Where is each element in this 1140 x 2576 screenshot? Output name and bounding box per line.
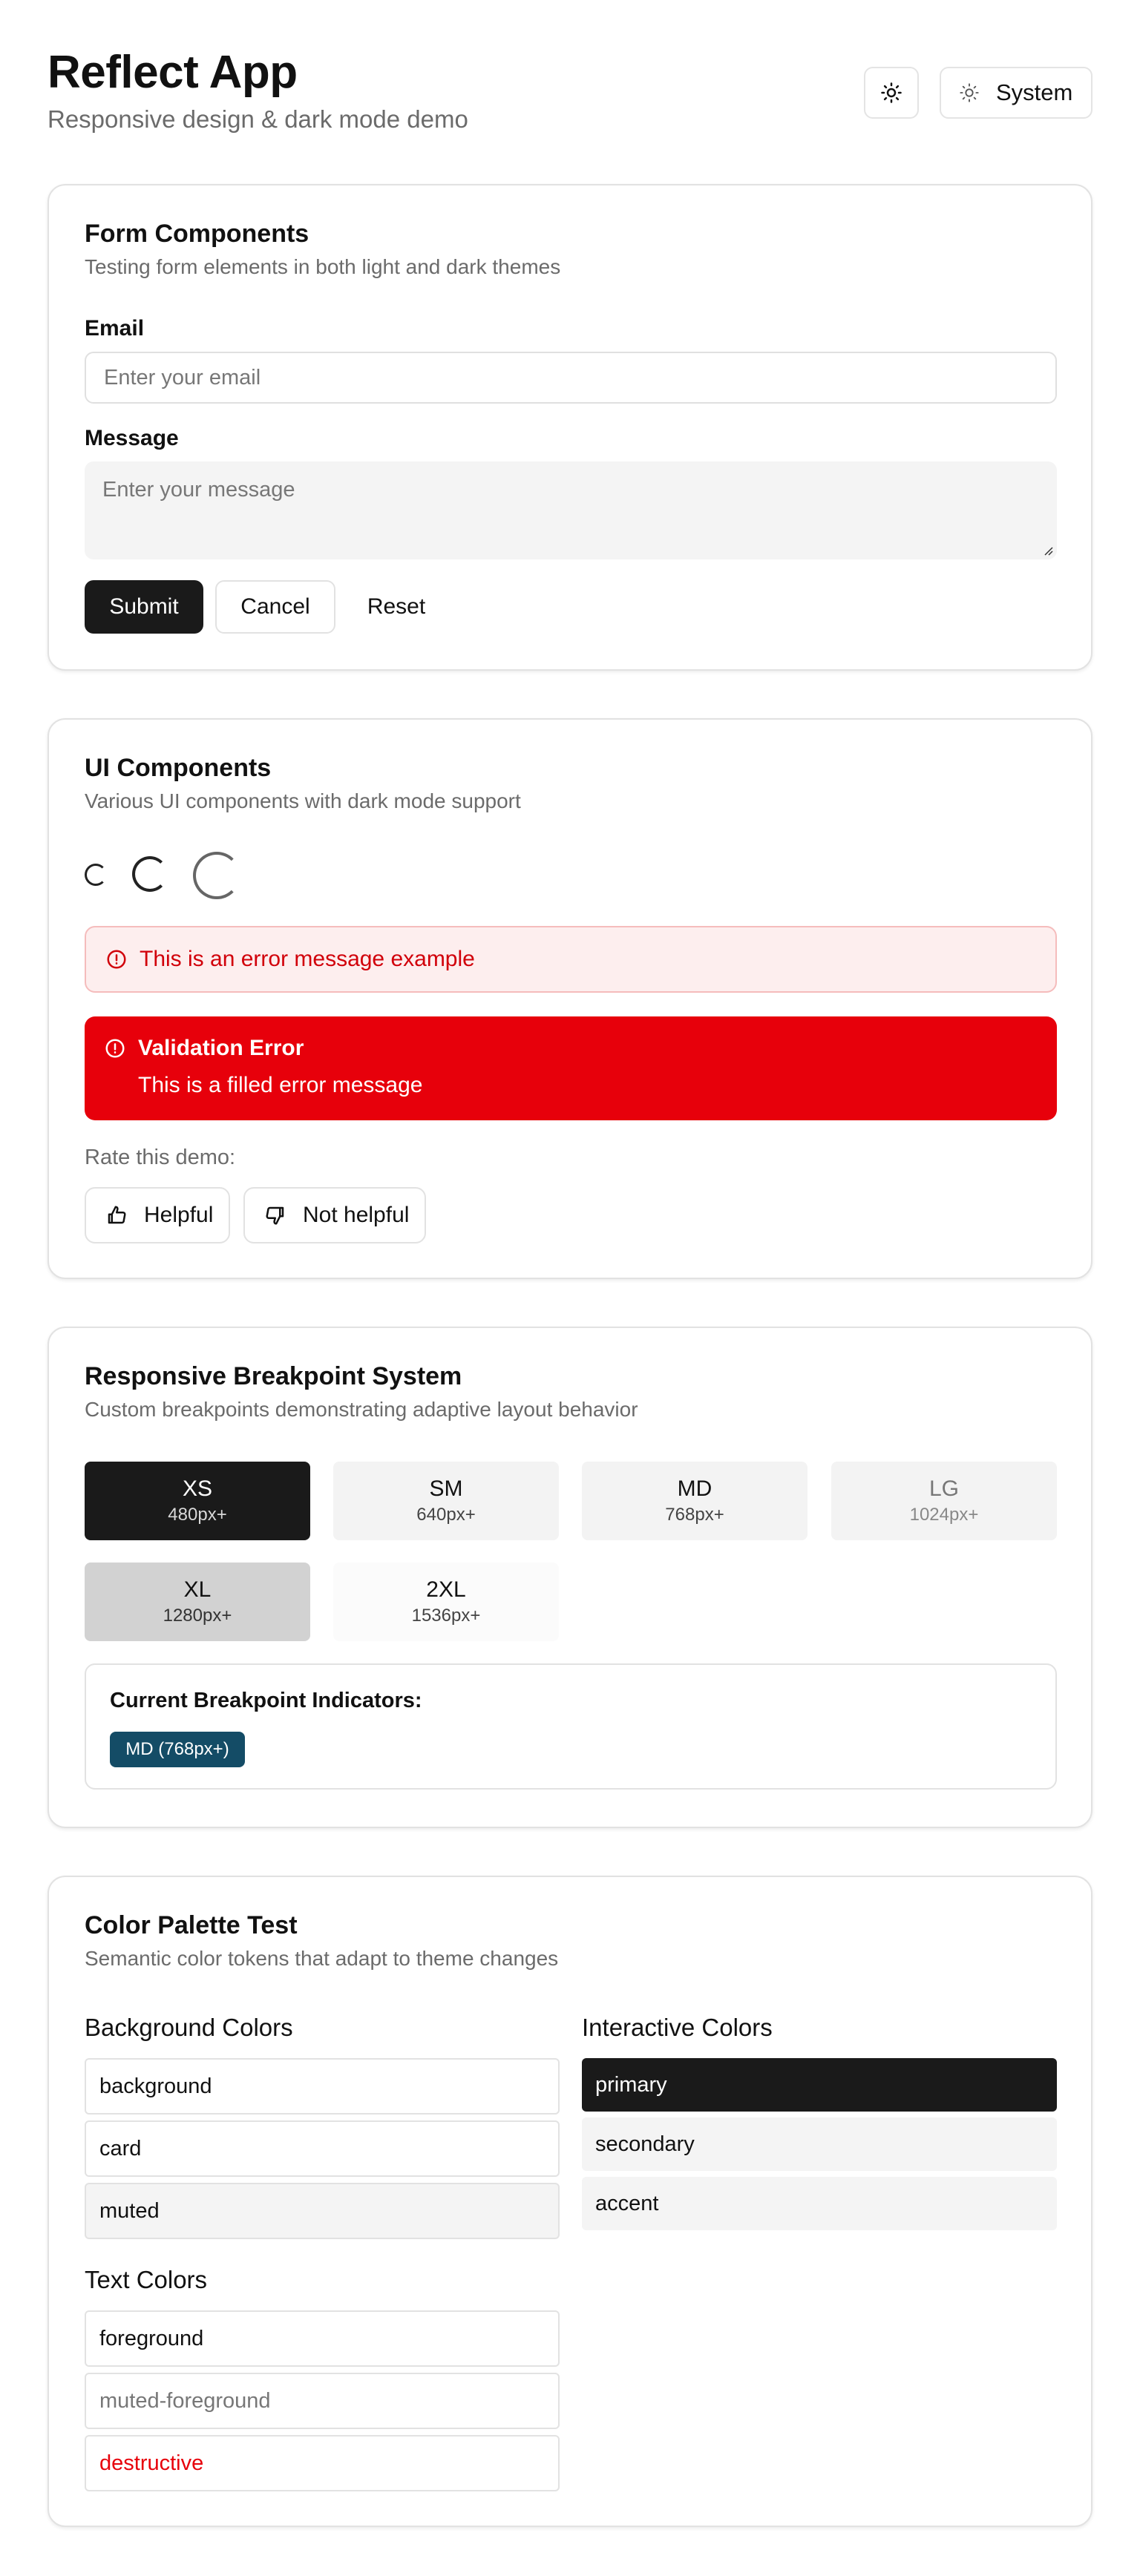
card-title: Responsive Breakpoint System <box>85 1362 462 1390</box>
breakpoint-size: 640px+ <box>416 1505 476 1525</box>
resize-handle-icon[interactable] <box>1042 545 1054 556</box>
breakpoint-2xl: 2XL 1536px+ <box>333 1563 559 1641</box>
alert-circle-icon <box>105 1039 125 1058</box>
interactive-colors-heading: Interactive Colors <box>582 2014 773 2041</box>
swatch-primary: primary <box>582 2058 1057 2112</box>
error-alert-filled: Validation Error This is a filled error … <box>85 1016 1057 1120</box>
breakpoint-size: 1024px+ <box>909 1505 979 1525</box>
breakpoint-indicator-panel: Current Breakpoint Indicators: MD (768px… <box>85 1663 1057 1790</box>
card-description: Testing form elements in both light and … <box>85 255 561 278</box>
message-field[interactable] <box>85 461 1057 559</box>
page: Reflect App Responsive design & dark mod… <box>0 0 1140 2576</box>
breakpoint-name: LG <box>928 1476 960 1501</box>
breakpoint-name: SM <box>429 1476 463 1501</box>
color-palette-card: Color Palette Test Semantic color tokens… <box>48 1876 1092 2527</box>
ui-components-card: UI Components Various UI components with… <box>48 718 1092 1279</box>
not-helpful-label: Not helpful <box>303 1203 410 1227</box>
helpful-label: Helpful <box>144 1203 214 1227</box>
card-description: Custom breakpoints demonstrating adaptiv… <box>85 1398 638 1421</box>
submit-button[interactable]: Submit <box>85 580 203 634</box>
app-subtitle: Responsive design & dark mode demo <box>48 105 468 133</box>
breakpoint-name: XS <box>182 1476 213 1501</box>
swatch-secondary: secondary <box>582 2117 1057 2171</box>
reset-button[interactable]: Reset <box>346 580 447 634</box>
breakpoint-size: 1280px+ <box>163 1606 232 1626</box>
breakpoint-md: MD 768px+ <box>582 1462 808 1540</box>
alert-circle-icon <box>107 950 126 969</box>
email-label: Email <box>85 316 145 341</box>
form-components-card: Form Components Testing form elements in… <box>48 184 1092 671</box>
breakpoint-lg: LG 1024px+ <box>831 1462 1057 1540</box>
theme-toggle-button[interactable] <box>864 67 919 119</box>
breakpoint-size: 1536px+ <box>411 1606 481 1626</box>
breakpoint-size: 768px+ <box>665 1505 724 1525</box>
swatch-destructive: destructive <box>85 2435 560 2491</box>
text-colors-heading: Text Colors <box>85 2266 208 2293</box>
breakpoint-name: 2XL <box>426 1577 466 1602</box>
card-title: Color Palette Test <box>85 1911 298 1939</box>
breakpoint-card: Responsive Breakpoint System Custom brea… <box>48 1327 1092 1828</box>
swatch-muted: muted <box>85 2183 560 2239</box>
theme-select-label: System <box>996 79 1073 105</box>
swatch-accent: accent <box>582 2177 1057 2230</box>
error-alert-title: Validation Error <box>138 1036 304 1060</box>
spinner-medium <box>132 856 168 892</box>
background-colors-heading: Background Colors <box>85 2014 293 2041</box>
helpful-button[interactable]: Helpful <box>85 1187 230 1243</box>
card-description: Various UI components with dark mode sup… <box>85 789 521 812</box>
swatch-card: card <box>85 2120 560 2177</box>
app-title: Reflect App <box>48 47 298 98</box>
message-label: Message <box>85 426 179 450</box>
sun-icon <box>881 82 902 103</box>
breakpoint-badge: MD (768px+) <box>110 1732 245 1767</box>
spinner-small <box>85 864 107 886</box>
swatch-foreground: foreground <box>85 2310 560 2367</box>
error-alert-message: This is a filled error message <box>138 1073 423 1097</box>
breakpoint-xs: XS 480px+ <box>85 1462 310 1540</box>
breakpoint-name: XL <box>183 1577 212 1602</box>
error-alert-text: This is an error message example <box>140 947 475 971</box>
spinner-large <box>193 852 240 899</box>
rate-prompt: Rate this demo: <box>85 1146 236 1169</box>
indicator-title: Current Breakpoint Indicators: <box>110 1689 422 1712</box>
error-alert: This is an error message example <box>85 926 1057 993</box>
breakpoint-name: MD <box>677 1476 712 1501</box>
email-field[interactable] <box>85 352 1057 404</box>
thumbs-up-icon <box>108 1206 126 1224</box>
thumbs-down-icon <box>266 1206 284 1225</box>
cancel-button[interactable]: Cancel <box>215 580 335 634</box>
swatch-muted-foreground: muted-foreground <box>85 2373 560 2429</box>
breakpoint-xl: XL 1280px+ <box>85 1563 310 1641</box>
breakpoint-size: 480px+ <box>168 1505 227 1525</box>
theme-select-button[interactable]: System <box>940 67 1092 119</box>
card-title: Form Components <box>85 220 309 248</box>
sun-icon <box>960 83 979 102</box>
card-description: Semantic color tokens that adapt to them… <box>85 1947 559 1970</box>
not-helpful-button[interactable]: Not helpful <box>243 1187 426 1243</box>
card-title: UI Components <box>85 754 272 782</box>
swatch-background: background <box>85 2058 560 2115</box>
breakpoint-sm: SM 640px+ <box>333 1462 559 1540</box>
